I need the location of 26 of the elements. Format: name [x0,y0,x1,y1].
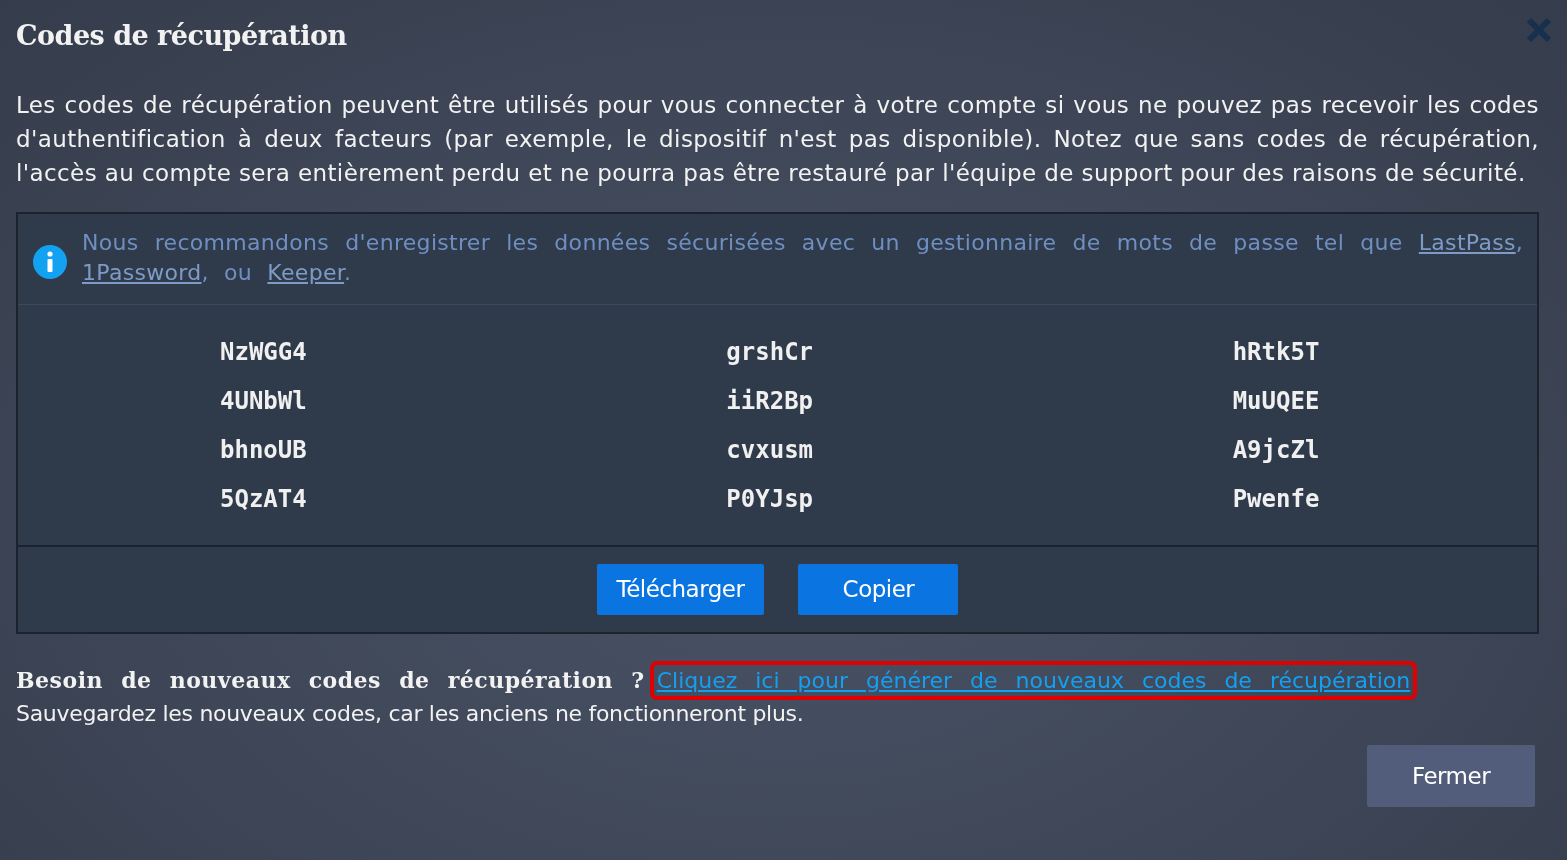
warning-note: Sauvegardez les nouveaux codes, car les anciens ne fonctionneront plus. [16,700,805,728]
recovery-code: 4UNbWl [220,385,307,417]
recovery-code: hRtk5T [1232,336,1320,368]
manager-link[interactable]: LastPass [1418,230,1516,255]
recovery-code: Pwenfe [1232,483,1320,515]
regenerate-question: Besoin de nouveaux codes de récupération ? [16,666,645,695]
manager-link[interactable]: 1Password [82,260,202,285]
recovery-code: bhnoUB [220,434,307,466]
recovery-code: P0YJsp [726,483,814,515]
download-button[interactable]: Télécharger [596,564,765,615]
recommendation-text: Nous recommandons d'enregistrer les données sécurisées avec un gestionnaire de mots de passe tel que LastPass, 1Password, ou Keeper. [82,229,1523,287]
dialog-title: Codes de récupération [16,19,347,53]
recovery-code: cvxusm [726,434,814,466]
close-icon[interactable] [1525,16,1553,44]
recovery-code: A9jcZl [1232,434,1320,466]
copy-button[interactable]: Copier [798,564,959,615]
recovery-code: grshCr [726,336,814,368]
close-button[interactable]: Fermer [1367,745,1535,807]
info-icon [32,244,68,280]
recovery-code: 5QzAT4 [220,483,307,515]
recovery-code: NzWGG4 [220,336,307,368]
recovery-code: MuUQEE [1232,385,1320,417]
intro-paragraph: Les codes de récupération peuvent être utilisés pour vous connecter à votre compte si vous ne pouvez pas recevoir les codes d'authentification à deux facteurs (par exemple, le dispositif n'est pas disponible). Notez que sans codes de récupération, l'accès au compte sera entièrement perdu et ne pourra pas être restauré par l'équipe de support pour des raisons de sécurité. [16,91,1539,188]
recovery-code: iiR2Bp [726,385,814,417]
manager-link[interactable]: Keeper [267,260,345,285]
regenerate-link[interactable]: Cliquez ici pour générer de nouveaux codes de récupération [652,664,1415,697]
